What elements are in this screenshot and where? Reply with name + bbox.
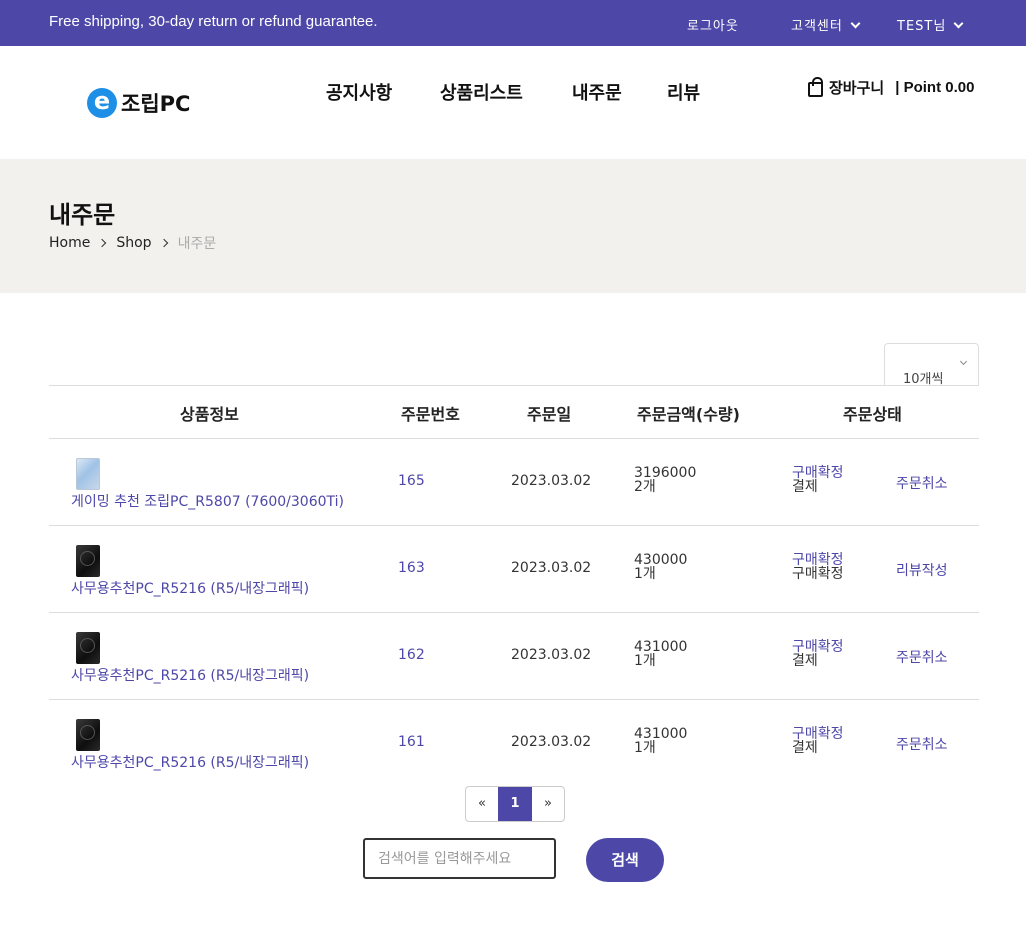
product-name-link[interactable]: 사무용추천PC_R5216 (R5/내장그래픽) (71, 578, 309, 598)
breadcrumb-current: 내주문 (177, 236, 217, 252)
support-label: 고객센터 (791, 19, 843, 34)
logo-text: 조립PC (121, 92, 191, 116)
write-review-link[interactable]: 리뷰작성 (896, 560, 948, 580)
order-date: 2023.03.02 (511, 473, 592, 489)
order-number-link[interactable]: 165 (398, 473, 425, 489)
order-status: 구매확정 구매확정 (792, 553, 844, 581)
chevron-right-icon (159, 238, 168, 248)
next-page-button[interactable]: » (532, 787, 564, 821)
orders-table: 상품정보 주문번호 주문일 주문금액(수량) 주문상태 게이밍 추천 조립PC_… (49, 385, 979, 787)
amount-value: 430000 (634, 552, 688, 568)
order-date: 2023.03.02 (511, 734, 592, 750)
per-page-select[interactable]: 10개씩 (884, 343, 979, 387)
pc-case-black-icon[interactable] (76, 545, 100, 577)
nav-product-list[interactable]: 상품리스트 (440, 79, 523, 105)
header-product-info: 상품정보 (180, 405, 239, 424)
site-logo[interactable]: e 조립PC (87, 88, 190, 118)
order-amount: 431000 1개 (634, 640, 687, 668)
pc-case-white-icon[interactable] (76, 458, 100, 490)
page-title: 내주문 (49, 201, 116, 229)
pc-case-black-icon[interactable] (76, 632, 100, 664)
logout-link[interactable]: 로그아웃 (687, 15, 739, 34)
order-status: 구매확정 결제 (792, 727, 844, 755)
product-name-link[interactable]: 사무용추천PC_R5216 (R5/내장그래픽) (71, 665, 309, 685)
status-primary: 구매확정 (792, 639, 844, 655)
status-primary: 구매확정 (792, 726, 844, 742)
table-row: 게이밍 추천 조립PC_R5807 (7600/3060Ti) 165 2023… (49, 439, 979, 526)
shopping-bag-icon (808, 77, 823, 97)
status-secondary: 결제 (792, 740, 818, 756)
breadcrumb-shop[interactable]: Shop (116, 235, 151, 251)
nav-notice[interactable]: 공지사항 (326, 79, 392, 105)
search-button[interactable]: 검색 (586, 838, 664, 882)
chevron-right-icon (98, 238, 107, 248)
search-input[interactable] (363, 838, 556, 879)
amount-value: 431000 (634, 726, 688, 742)
order-amount: 431000 1개 (634, 727, 687, 755)
cancel-order-link[interactable]: 주문취소 (896, 647, 948, 667)
quantity-value: 1개 (634, 740, 656, 756)
chevron-down-icon (850, 18, 861, 29)
pagination: « 1 » (465, 786, 565, 822)
order-date: 2023.03.02 (511, 647, 592, 663)
table-row: 사무용추천PC_R5216 (R5/내장그래픽) 161 2023.03.02 … (49, 700, 979, 787)
product-name-link[interactable]: 사무용추천PC_R5216 (R5/내장그래픽) (71, 752, 309, 772)
quantity-value: 1개 (634, 653, 656, 669)
table-row: 사무용추천PC_R5216 (R5/내장그래픽) 162 2023.03.02 … (49, 613, 979, 700)
logo-e-icon: e (87, 88, 117, 118)
pc-case-black-icon[interactable] (76, 719, 100, 751)
cancel-order-link[interactable]: 주문취소 (896, 473, 948, 493)
top-bar: Free shipping, 30-day return or refund g… (0, 0, 1026, 46)
page-banner: 내주문 Home Shop 내주문 (0, 159, 1026, 293)
chevron-down-icon (959, 357, 968, 366)
product-name-link[interactable]: 게이밍 추천 조립PC_R5807 (7600/3060Ti) (71, 491, 344, 511)
quantity-value: 2개 (634, 479, 656, 495)
breadcrumb-home[interactable]: Home (49, 235, 90, 251)
order-status: 구매확정 결제 (792, 640, 844, 668)
chevron-down-icon (953, 18, 964, 29)
user-menu[interactable]: TEST님 (897, 15, 964, 34)
order-number-link[interactable]: 161 (398, 734, 425, 750)
cancel-order-link[interactable]: 주문취소 (896, 734, 948, 754)
nav-my-orders[interactable]: 내주문 (572, 79, 622, 105)
status-secondary: 구매확정 (792, 566, 844, 582)
header-order-no: 주문번호 (401, 405, 460, 424)
page-1-button[interactable]: 1 (498, 787, 532, 821)
order-amount: 3196000 2개 (634, 466, 696, 494)
point-balance: | Point 0.00 (895, 79, 975, 96)
breadcrumb: Home Shop 내주문 (49, 233, 216, 253)
support-menu[interactable]: 고객센터 (791, 15, 861, 34)
status-secondary: 결제 (792, 479, 818, 495)
header-order-status: 주문상태 (843, 405, 902, 424)
cart-label: 장바구니 (829, 79, 885, 97)
status-primary: 구매확정 (792, 465, 844, 481)
order-number-link[interactable]: 163 (398, 560, 425, 576)
order-status: 구매확정 결제 (792, 466, 844, 494)
amount-value: 3196000 (634, 465, 697, 481)
prev-page-button[interactable]: « (466, 787, 498, 821)
table-header: 상품정보 주문번호 주문일 주문금액(수량) 주문상태 (49, 385, 979, 439)
status-secondary: 결제 (792, 653, 818, 669)
quantity-value: 1개 (634, 566, 656, 582)
amount-value: 431000 (634, 639, 688, 655)
site-header: e 조립PC 공지사항 상품리스트 내주문 리뷰 장바구니 | Point 0.… (0, 46, 1026, 159)
order-date: 2023.03.02 (511, 560, 592, 576)
order-amount: 430000 1개 (634, 553, 687, 581)
user-label: TEST님 (897, 19, 947, 34)
nav-reviews[interactable]: 리뷰 (667, 79, 700, 105)
order-number-link[interactable]: 162 (398, 647, 425, 663)
promo-text: Free shipping, 30-day return or refund g… (49, 13, 378, 30)
header-order-amount: 주문금액(수량) (637, 405, 740, 424)
table-row: 사무용추천PC_R5216 (R5/내장그래픽) 163 2023.03.02 … (49, 526, 979, 613)
status-primary: 구매확정 (792, 552, 844, 568)
header-order-date: 주문일 (527, 405, 572, 424)
cart-link[interactable]: 장바구니 | Point 0.00 (808, 77, 974, 98)
